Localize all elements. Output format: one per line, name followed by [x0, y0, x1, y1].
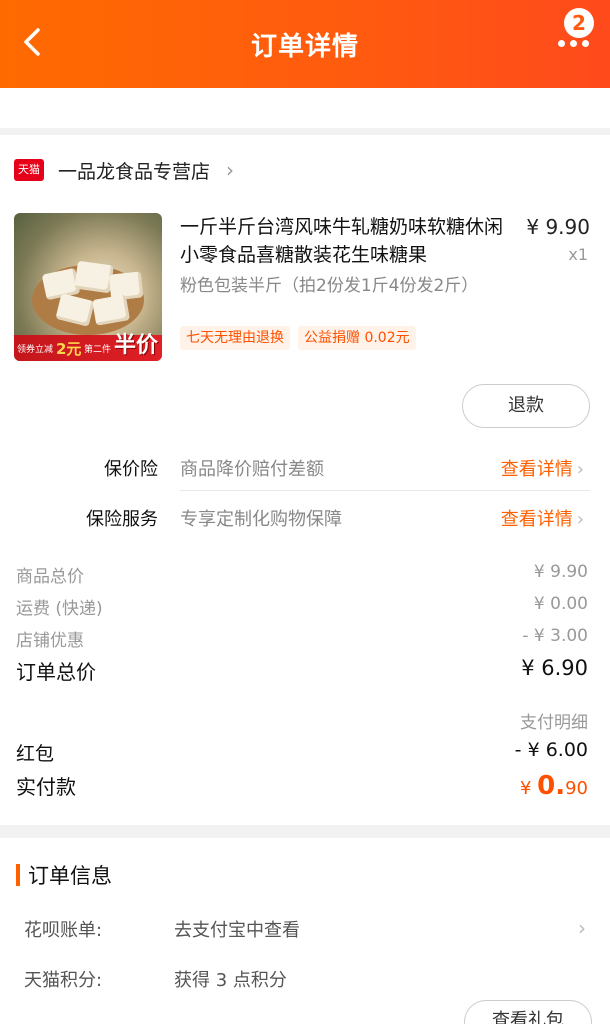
order-card: 天猫 一品龙食品专营店 › 领券立减 2元 第二件 半价 一斤半斤台湾风味牛轧糖… — [0, 135, 610, 825]
product-quantity: x1 — [568, 245, 588, 264]
chevron-right-icon: › — [576, 509, 584, 530]
info-row-tmall-points: 天猫积分: 获得 3 点积分 — [24, 970, 287, 991]
chevron-right-icon: › — [576, 459, 584, 480]
shop-name: 一品龙食品专营店 — [58, 160, 211, 183]
line-paid: 实付款 ¥ 0.90 — [16, 771, 588, 801]
page-title: 订单详情 — [250, 32, 359, 62]
line-order-total: 订单总价 ¥ 6.90 — [16, 656, 588, 684]
order-info-header: 订单信息 — [16, 860, 112, 890]
view-detail-link[interactable]: 查看详情 › — [501, 505, 584, 531]
shop-row[interactable]: 天猫 一品龙食品专营店 › — [14, 155, 234, 185]
line-red-packet: 红包 - ¥ 6.00 — [16, 739, 588, 765]
header-bar: 订单详情 2 — [0, 0, 610, 88]
paid-amount: ¥ 0.90 — [519, 771, 588, 801]
chevron-right-icon: › — [578, 916, 586, 940]
more-dots-icon — [558, 40, 565, 47]
service-tags: 七天无理由退换 公益捐赠 0.02元 — [180, 326, 424, 350]
line-shipping: 运费 (快递) ¥ 0.00 — [16, 594, 588, 619]
product-title[interactable]: 一斤半斤台湾风味牛轧糖奶味软糖休闲小零食品喜糖散装花生味糖果 — [180, 213, 510, 269]
order-info-card: 订单信息 花呗账单: 去支付宝中查看 › 天猫积分: 获得 3 点积分 查看礼包 — [0, 838, 610, 1024]
view-gift-button[interactable]: 查看礼包 — [464, 1000, 592, 1024]
refund-button[interactable]: 退款 — [462, 384, 590, 428]
chevron-right-icon: › — [226, 158, 235, 182]
product-image[interactable]: 领券立减 2元 第二件 半价 — [14, 213, 162, 361]
tmall-logo: 天猫 — [14, 159, 44, 181]
top-strip — [0, 88, 610, 128]
info-row-huabei[interactable]: 花呗账单: 去支付宝中查看 › — [24, 916, 586, 944]
product-price: ¥ 9.90 — [526, 215, 590, 239]
insurance-row-price-protect[interactable]: 保价险 商品降价赔付差额 查看详情 › — [0, 441, 610, 491]
line-shop-discount: 店铺优惠 - ¥ 3.00 — [16, 626, 588, 651]
payment-detail-link[interactable]: 支付明细 — [520, 708, 588, 733]
notification-badge: 2 — [564, 8, 594, 38]
product-spec: 粉色包装半斤（拍2份发1斤4份发2斤） — [180, 276, 479, 296]
tag-charity: 公益捐赠 0.02元 — [298, 326, 416, 350]
tag-return: 七天无理由退换 — [180, 326, 290, 350]
view-detail-link[interactable]: 查看详情 › — [501, 455, 584, 481]
insurance-row-service[interactable]: 保险服务 专享定制化购物保障 查看详情 › — [0, 491, 610, 541]
line-goods-total: 商品总价 ¥ 9.90 — [16, 562, 588, 587]
